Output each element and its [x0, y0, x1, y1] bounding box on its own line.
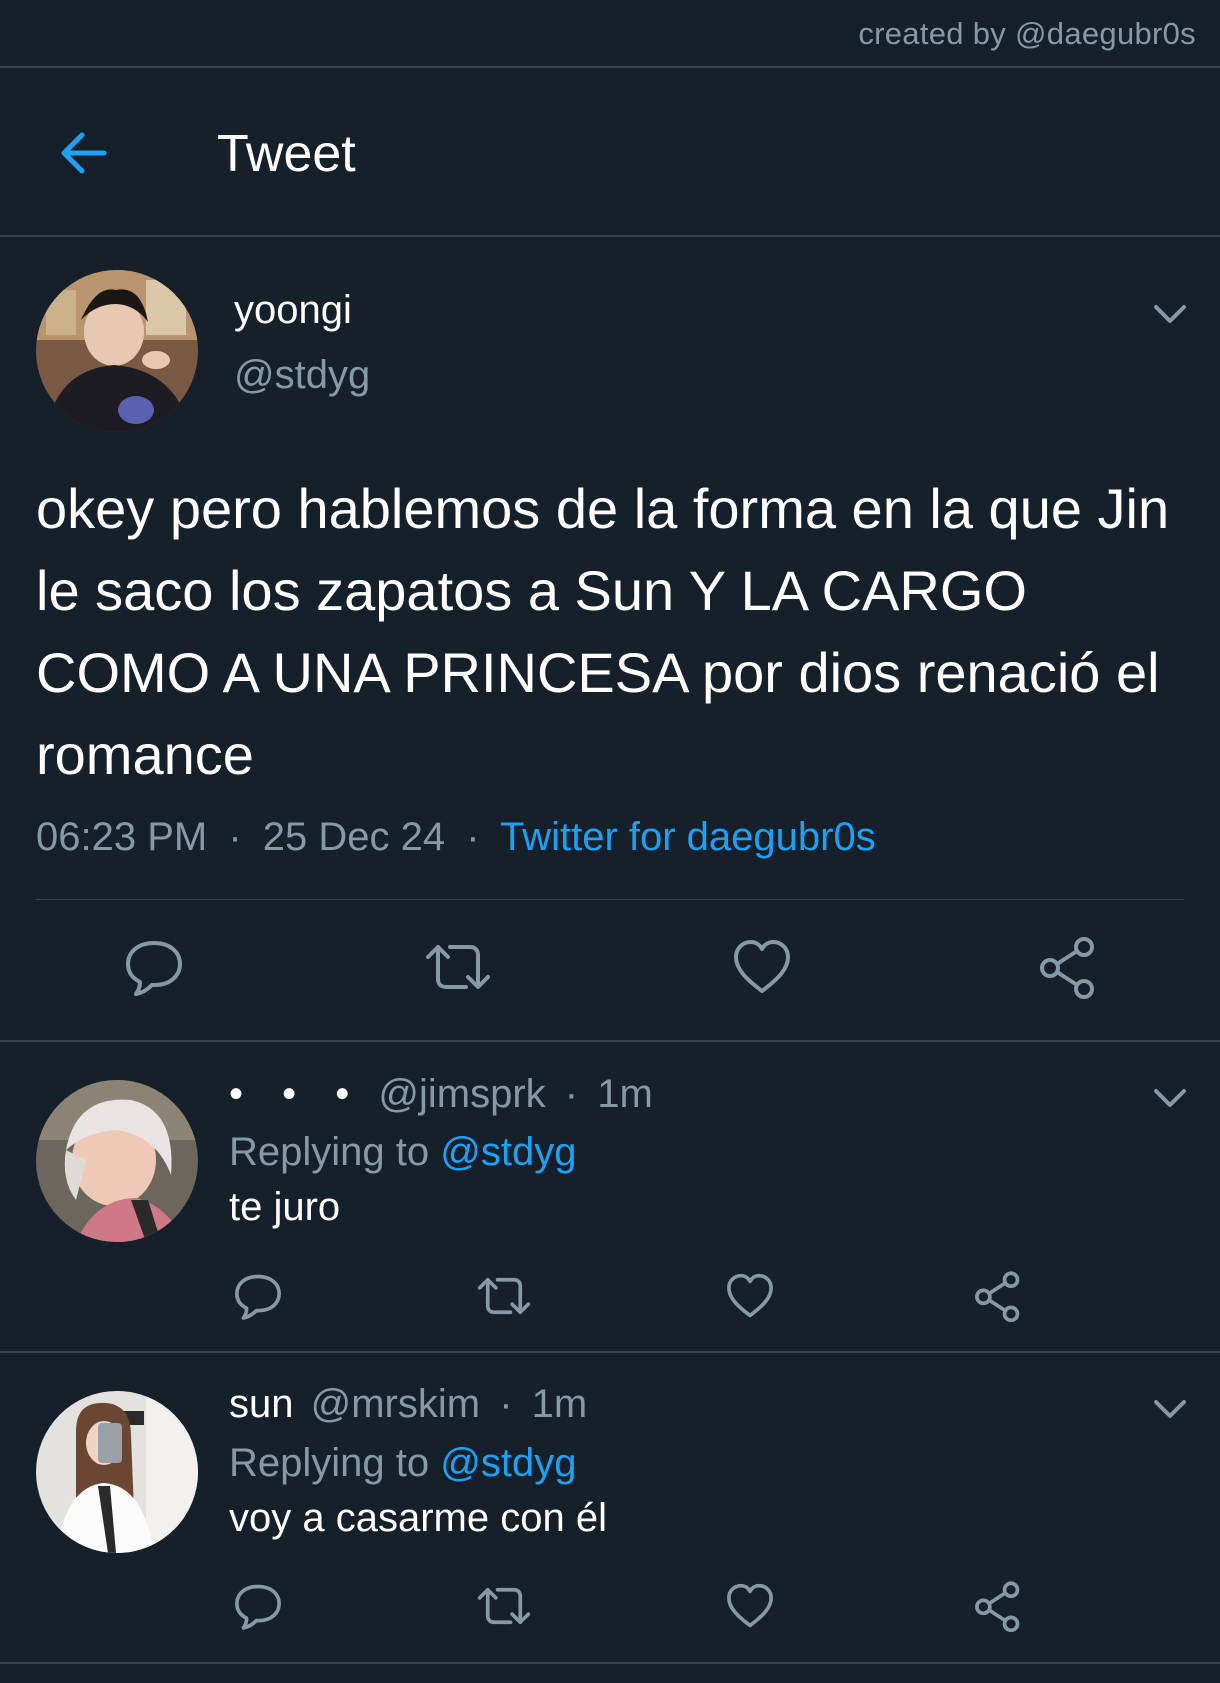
- retweet-button[interactable]: [422, 935, 494, 1004]
- separator: ·: [499, 1382, 513, 1426]
- separator: ·: [564, 1072, 579, 1116]
- reply-button[interactable]: [122, 935, 186, 1004]
- reply-text: te juro: [229, 1185, 341, 1229]
- share-icon: [975, 1581, 1020, 1633]
- header: Tweet: [0, 68, 1220, 236]
- avatar[interactable]: [36, 1391, 198, 1553]
- divider: [0, 1040, 1220, 1042]
- reply-author-name[interactable]: • • •: [229, 1072, 363, 1117]
- reply-button[interactable]: [232, 1580, 284, 1637]
- divider: [0, 235, 1220, 237]
- chevron-down-icon: [1154, 305, 1186, 323]
- mention-link[interactable]: @stdyg: [440, 1130, 576, 1174]
- share-button[interactable]: [972, 1580, 1024, 1637]
- retweet-icon: [477, 1277, 531, 1315]
- comment-icon: [235, 1584, 281, 1630]
- heart-icon: [727, 1273, 773, 1318]
- heart-icon: [734, 940, 790, 993]
- share-button[interactable]: [1036, 935, 1100, 1004]
- page-title: Tweet: [217, 125, 356, 183]
- reply-time: 1m: [531, 1382, 588, 1426]
- replying-to: Replying to @stdyg: [229, 1441, 576, 1486]
- tweet-actions: [0, 935, 1220, 1005]
- chevron-down-icon: [1154, 1400, 1186, 1418]
- divider: [0, 1662, 1220, 1664]
- reply-header: sun @mrskim · 1m: [229, 1382, 587, 1427]
- retweet-button[interactable]: [474, 1580, 534, 1637]
- author-handle[interactable]: @stdyg: [234, 353, 370, 398]
- arrow-left-icon: [61, 132, 107, 174]
- watermark: created by @daegubr0s: [858, 16, 1196, 51]
- reply-menu-button[interactable]: [1148, 1076, 1192, 1120]
- separator: ·: [228, 815, 242, 859]
- reply-author-handle[interactable]: @jimsprk: [378, 1072, 545, 1116]
- reply-button[interactable]: [232, 1270, 284, 1327]
- comment-icon: [235, 1274, 281, 1320]
- like-button[interactable]: [724, 1270, 776, 1327]
- reply-header: • • • @jimsprk · 1m: [229, 1072, 653, 1117]
- like-button[interactable]: [724, 1580, 776, 1637]
- chevron-down-icon: [1154, 1089, 1186, 1107]
- retweet-icon: [477, 1587, 531, 1625]
- avatar[interactable]: [36, 270, 198, 432]
- divider: [0, 1351, 1220, 1353]
- share-button[interactable]: [972, 1270, 1024, 1327]
- comment-icon: [126, 941, 182, 996]
- mention-link[interactable]: @stdyg: [440, 1441, 576, 1485]
- tweet-time: 06:23 PM: [36, 815, 208, 859]
- reply-author-handle[interactable]: @mrskim: [311, 1382, 480, 1426]
- reply-menu-button[interactable]: [1148, 1387, 1192, 1431]
- heart-icon: [727, 1583, 773, 1628]
- retweet-icon: [426, 945, 490, 989]
- tweet-meta: 06:23 PM · 25 Dec 24 · Twitter for daegu…: [36, 815, 876, 860]
- tweet-source-link[interactable]: Twitter for daegubr0s: [500, 815, 876, 859]
- author-name[interactable]: yoongi: [234, 288, 352, 333]
- tweet-text: okey pero hablemos de la forma en la que…: [36, 477, 1170, 786]
- back-button[interactable]: [54, 123, 114, 183]
- retweet-button[interactable]: [474, 1270, 534, 1327]
- replying-to: Replying to @stdyg: [229, 1130, 576, 1175]
- replying-to-label: Replying to: [229, 1130, 430, 1174]
- divider: [36, 899, 1184, 900]
- reply-time: 1m: [597, 1072, 653, 1116]
- separator: ·: [466, 815, 480, 859]
- share-icon: [975, 1271, 1020, 1323]
- like-button[interactable]: [730, 935, 794, 1004]
- avatar[interactable]: [36, 1080, 198, 1242]
- reply-text: voy a casarme con él: [229, 1496, 607, 1540]
- tweet-menu-button[interactable]: [1148, 292, 1192, 336]
- tweet-date: 25 Dec 24: [262, 815, 446, 859]
- replying-to-label: Replying to: [229, 1441, 430, 1485]
- reply-author-name[interactable]: sun: [229, 1382, 294, 1426]
- share-icon: [1040, 937, 1094, 999]
